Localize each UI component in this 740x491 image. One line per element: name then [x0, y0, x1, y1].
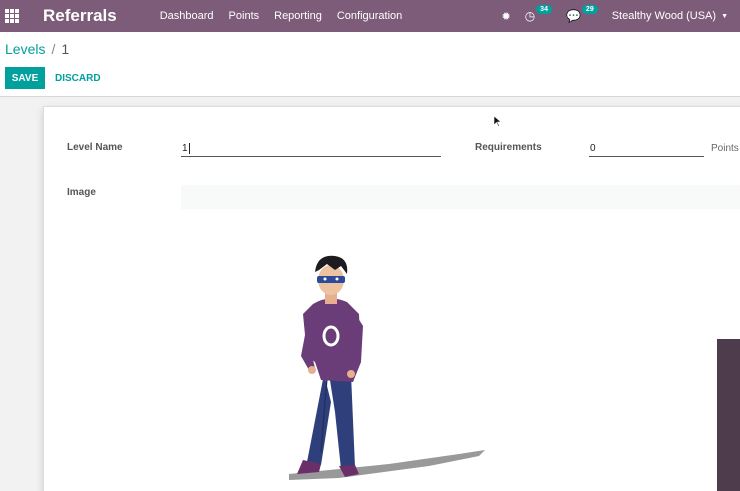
messages-count-badge: 29 — [581, 5, 598, 14]
breadcrumb: Levels / 1 — [5, 41, 69, 57]
menu-item-dashboard[interactable]: Dashboard — [160, 10, 214, 22]
side-panel-edge — [717, 339, 740, 491]
top-navbar: Referrals Dashboard Points Reporting Con… — [0, 0, 740, 32]
breadcrumb-current: 1 — [61, 41, 70, 57]
activity-count-badge: 34 — [536, 5, 552, 14]
requirements-label: Requirements — [475, 142, 542, 153]
level-name-label: Level Name — [67, 142, 123, 153]
form-sheet: Level Name 1 Requirements 0 Points Image — [43, 106, 740, 491]
messages-menu[interactable]: 💬 29 — [565, 5, 598, 23]
image-label: Image — [67, 187, 96, 198]
mouse-pointer-icon — [494, 116, 502, 127]
save-button[interactable]: SAVE — [5, 67, 45, 89]
points-unit: Points — [711, 143, 739, 154]
requirements-value: 0 — [590, 143, 596, 154]
bug-icon[interactable]: ✹ — [501, 10, 510, 23]
caret-down-icon: ▼ — [721, 12, 728, 20]
requirements-field[interactable]: 0 — [589, 141, 704, 157]
image-field[interactable] — [181, 185, 740, 209]
chat-icon: 💬 — [565, 9, 581, 23]
menu-item-reporting[interactable]: Reporting — [274, 10, 322, 22]
breadcrumb-levels-link[interactable]: Levels — [5, 41, 45, 57]
level-character-image[interactable] — [269, 252, 494, 491]
control-panel: Levels / 1 SAVE DISCARD — [0, 32, 740, 97]
main-menu: Dashboard Points Reporting Configuration — [160, 10, 418, 22]
level-name-value: 1 — [182, 143, 188, 154]
clock-icon: ◷ — [524, 9, 536, 23]
discard-button[interactable]: DISCARD — [55, 67, 101, 89]
company-name: Stealthy Wood (USA) — [611, 10, 717, 22]
apps-grid-icon[interactable] — [5, 9, 19, 23]
activity-menu[interactable]: ◷ 34 — [524, 5, 552, 23]
text-cursor — [188, 142, 190, 154]
company-switcher[interactable]: Stealthy Wood (USA) ▼ — [612, 10, 728, 22]
level-name-field[interactable]: 1 — [181, 141, 441, 157]
breadcrumb-separator: / — [51, 41, 56, 57]
systray: ✹ ◷ 34 💬 29 Stealthy Wood (USA) ▼ — [501, 0, 728, 32]
menu-item-configuration[interactable]: Configuration — [337, 10, 402, 22]
app-title[interactable]: Referrals — [43, 6, 117, 26]
menu-item-points[interactable]: Points — [229, 10, 260, 22]
